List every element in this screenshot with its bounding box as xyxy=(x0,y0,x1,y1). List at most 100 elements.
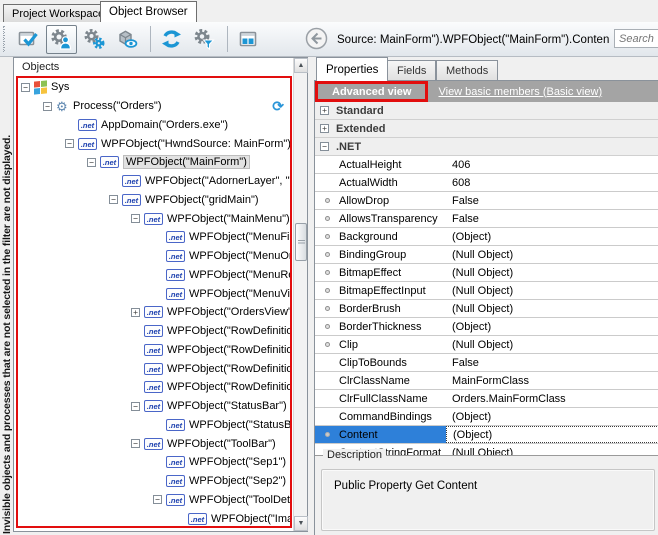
property-row[interactable]: Background(Object) xyxy=(315,228,658,246)
property-row[interactable]: CommandBindings(Object) xyxy=(315,408,658,426)
tree-node[interactable]: .netWPFObject("MenuRepor xyxy=(18,266,290,285)
property-row[interactable]: BitmapEffect(Null Object) xyxy=(315,264,658,282)
basic-view-link[interactable]: View basic members (Basic view) xyxy=(438,86,602,98)
property-value[interactable]: False xyxy=(446,192,658,209)
scroll-down-arrow-icon[interactable]: ▼ xyxy=(294,516,308,531)
expand-plus-icon[interactable]: + xyxy=(131,308,140,317)
property-value[interactable]: (Null Object) xyxy=(446,300,658,317)
tree-node[interactable]: +.netWPFObject("OrdersView") xyxy=(18,303,290,322)
property-row[interactable]: BindingGroup(Null Object) xyxy=(315,246,658,264)
filter-button[interactable] xyxy=(189,25,220,54)
property-name-cell[interactable]: ClipToBounds xyxy=(315,354,446,371)
property-row[interactable]: ClrClassNameMainFormClass xyxy=(315,372,658,390)
tree-node[interactable]: −⚙Process("Orders")⟳ xyxy=(18,97,290,116)
tab-object-browser[interactable]: Object Browser xyxy=(100,1,197,22)
property-row[interactable]: ClrFullClassNameOrders.MainFormClass xyxy=(315,390,658,408)
back-button[interactable] xyxy=(305,27,328,50)
tree-node[interactable]: −.netWPFObject("gridMain") xyxy=(18,191,290,210)
property-value[interactable]: (Null Object) xyxy=(446,444,658,455)
property-row[interactable]: BorderThickness(Object) xyxy=(315,318,658,336)
tree-node[interactable]: .netWPFObject("RowDefinition", xyxy=(18,341,290,360)
tree-node[interactable]: −.netWPFObject("HwndSource: MainForm") xyxy=(18,134,290,153)
toolbar-grip[interactable] xyxy=(3,26,8,52)
panel-layout-button[interactable] xyxy=(233,25,264,54)
property-value[interactable]: (Null Object) xyxy=(446,264,658,281)
tab-methods[interactable]: Methods xyxy=(436,60,498,81)
property-value[interactable]: 608 xyxy=(446,174,658,191)
highlight-object-button[interactable] xyxy=(13,25,44,54)
property-name-cell[interactable]: BindingGroup xyxy=(315,246,446,263)
tree-node[interactable]: −.netWPFObject("ToolDetails xyxy=(18,491,290,510)
collapse-minus-icon[interactable]: − xyxy=(131,214,140,223)
tree-node[interactable]: .netWPFObject("AdornerLayer", "", xyxy=(18,172,290,191)
scroll-up-arrow-icon[interactable]: ▲ xyxy=(294,58,308,73)
property-name-cell[interactable]: Clip xyxy=(315,336,446,353)
tree-node[interactable]: .netWPFObject("RowDefinition", xyxy=(18,359,290,378)
property-value[interactable]: (Null Object) xyxy=(446,246,658,263)
property-name-cell[interactable]: AllowDrop xyxy=(315,192,446,209)
collapse-minus-icon[interactable]: − xyxy=(65,139,74,148)
object-spy-button[interactable] xyxy=(46,25,77,54)
expand-plus-icon[interactable]: + xyxy=(320,106,329,115)
property-name-cell[interactable]: ClrFullClassName xyxy=(315,390,446,407)
property-value[interactable]: (Object) xyxy=(446,426,658,443)
tab-fields[interactable]: Fields xyxy=(387,60,436,81)
property-name-cell[interactable]: BorderThickness xyxy=(315,318,446,335)
property-section-header[interactable]: +Extended xyxy=(315,120,658,138)
tree-scrollbar[interactable]: ▲ ▼ xyxy=(293,58,307,531)
view-object-button[interactable] xyxy=(112,25,143,54)
tree-node[interactable]: .netWPFObject("RowDefinition", xyxy=(18,378,290,397)
property-value[interactable]: 406 xyxy=(446,156,658,173)
property-name-cell[interactable]: ClrClassName xyxy=(315,372,446,389)
property-value[interactable]: False xyxy=(446,210,658,227)
property-row[interactable]: AllowDropFalse xyxy=(315,192,658,210)
property-name-cell[interactable]: BitmapEffectInput xyxy=(315,282,446,299)
tab-properties[interactable]: Properties xyxy=(316,57,388,81)
tree-node[interactable]: .netAppDomain("Orders.exe") xyxy=(18,116,290,135)
collapse-minus-icon[interactable]: − xyxy=(131,439,140,448)
tree-node[interactable]: .netWPFObject("MenuFile") xyxy=(18,228,290,247)
property-section-header[interactable]: +Standard xyxy=(315,102,658,120)
collapse-minus-icon[interactable]: − xyxy=(131,402,140,411)
settings-button[interactable] xyxy=(79,25,110,54)
collapse-minus-icon[interactable]: − xyxy=(320,142,329,151)
property-name-cell[interactable]: AllowsTransparency xyxy=(315,210,446,227)
property-value[interactable]: (Null Object) xyxy=(446,282,658,299)
collapse-minus-icon[interactable]: − xyxy=(153,495,162,504)
refresh-button[interactable] xyxy=(156,25,187,54)
collapse-minus-icon[interactable]: − xyxy=(109,195,118,204)
tree-node[interactable]: .netWPFObject("Image" xyxy=(18,509,290,528)
tree-node[interactable]: .netWPFObject("MenuOrder xyxy=(18,247,290,266)
property-row[interactable]: ActualHeight406 xyxy=(315,156,658,174)
tree-node[interactable]: .netWPFObject("MenuView" xyxy=(18,284,290,303)
property-value[interactable]: (Object) xyxy=(446,228,658,245)
tree-node[interactable]: −.netWPFObject("StatusBar") xyxy=(18,397,290,416)
property-row[interactable]: Clip(Null Object) xyxy=(315,336,658,354)
property-row[interactable]: ClipToBoundsFalse xyxy=(315,354,658,372)
tree-node[interactable]: −.netWPFObject("MainForm") xyxy=(18,153,290,172)
tab-project-workspace[interactable]: Project Workspace xyxy=(3,4,113,22)
property-value[interactable]: (Object) xyxy=(446,408,658,425)
property-name-cell[interactable]: BitmapEffect xyxy=(315,264,446,281)
property-row[interactable]: BitmapEffectInput(Null Object) xyxy=(315,282,658,300)
search-input[interactable] xyxy=(614,29,658,48)
tree-node[interactable]: .netWPFObject("Sep2") xyxy=(18,472,290,491)
property-value[interactable]: False xyxy=(446,354,658,371)
collapse-minus-icon[interactable]: − xyxy=(87,158,96,167)
tree-node[interactable]: .netWPFObject("RowDefinition", xyxy=(18,322,290,341)
property-name-cell[interactable]: BorderBrush xyxy=(315,300,446,317)
property-name-cell[interactable]: Background xyxy=(315,228,446,245)
property-value[interactable]: (Object) xyxy=(446,318,658,335)
tree-node[interactable]: −Sys xyxy=(18,78,290,97)
property-name-cell[interactable]: CommandBindings xyxy=(315,408,446,425)
property-value[interactable]: MainFormClass xyxy=(446,372,658,389)
tree-node[interactable]: .netWPFObject("Sep1") xyxy=(18,453,290,472)
property-value[interactable]: Orders.MainFormClass xyxy=(446,390,658,407)
collapse-minus-icon[interactable]: − xyxy=(21,83,30,92)
tree-node[interactable]: −.netWPFObject("ToolBar") xyxy=(18,434,290,453)
property-name-cell[interactable]: Content xyxy=(315,426,446,443)
property-row[interactable]: Content(Object) xyxy=(315,426,658,444)
property-name-cell[interactable]: ActualHeight xyxy=(315,156,446,173)
property-value[interactable]: (Null Object) xyxy=(446,336,658,353)
tree-node[interactable]: .netWPFObject("StatusBarIt xyxy=(18,416,290,435)
